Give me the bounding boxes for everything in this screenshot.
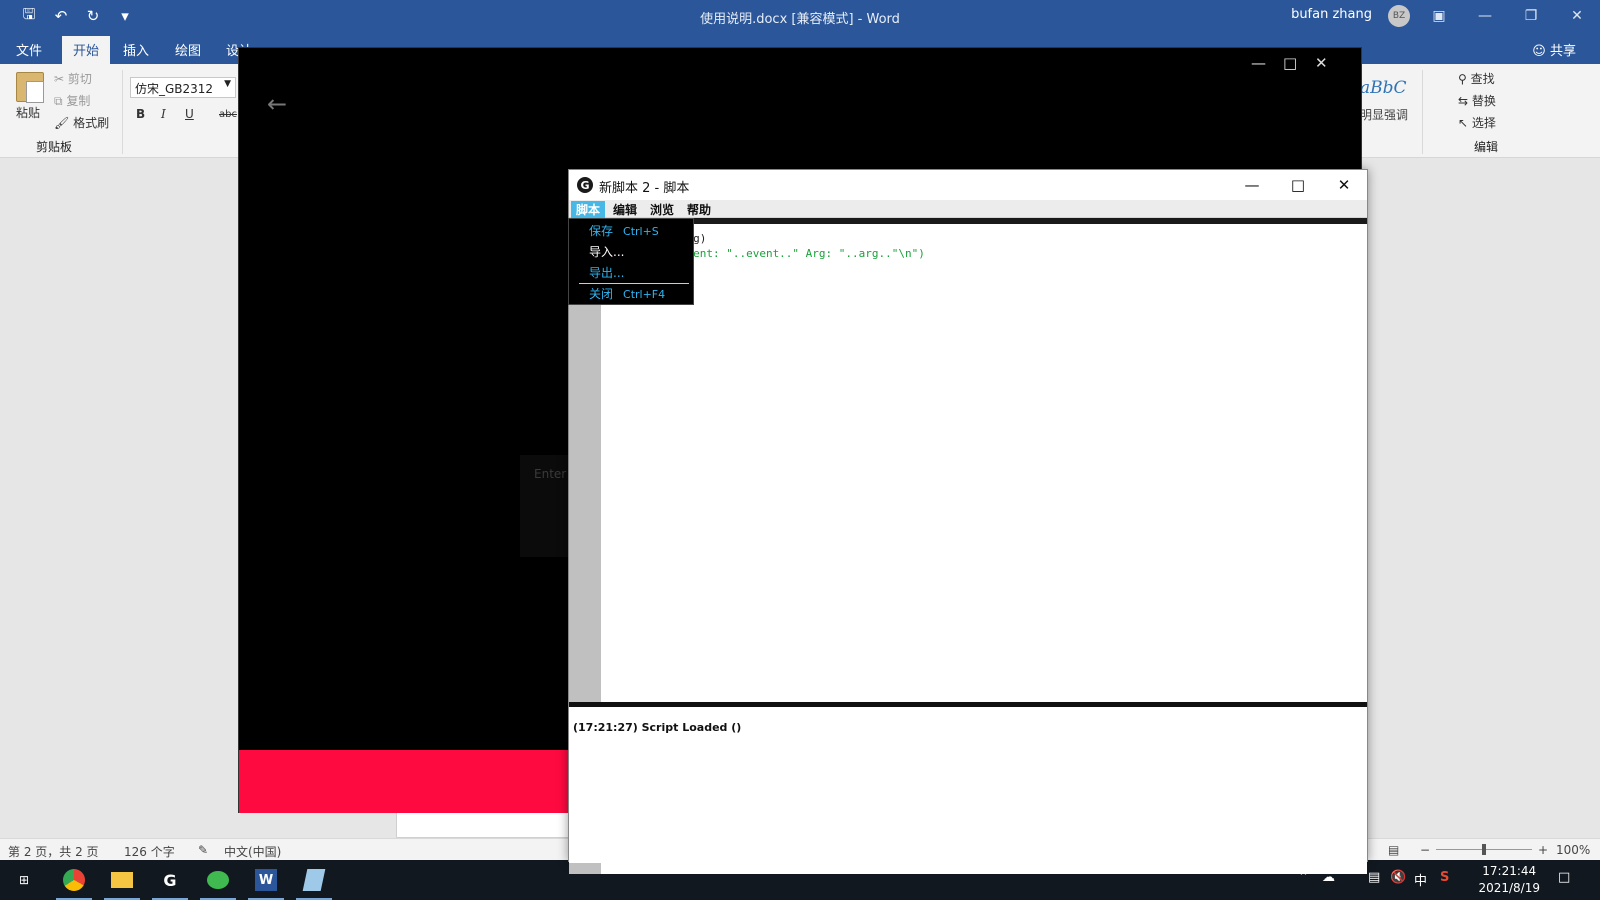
word-titlebar: 🖫 ↶ ↻ ▾ 使用说明.docx [兼容模式] - Word bufan zh…	[0, 0, 1600, 32]
script-app-icon[interactable]: G	[146, 860, 194, 900]
person-icon: ☺	[1532, 44, 1546, 59]
minimize-icon[interactable]: —	[1251, 54, 1266, 72]
clock[interactable]: 17:21:44 2021/8/19	[1478, 863, 1540, 897]
minimize-icon[interactable]: —	[1229, 170, 1275, 200]
paste-icon[interactable]	[16, 72, 44, 103]
group-label-clipboard: 剪贴板	[36, 140, 73, 154]
copy-icon: ⧉	[54, 94, 63, 108]
ribbon-display-icon[interactable]: ▣	[1416, 0, 1462, 32]
volume-muted-icon[interactable]: 🔇	[1390, 870, 1406, 885]
script-editor-titlebar: G 新脚本 2 - 脚本 — □ ✕	[569, 170, 1367, 200]
maximize-icon[interactable]: □	[1275, 170, 1321, 200]
chrome-icon[interactable]	[50, 860, 98, 900]
shortcut-label: Ctrl+F4	[623, 288, 666, 301]
brush-icon: 🖌	[54, 116, 70, 130]
windows-start-icon[interactable]: ⊞	[0, 860, 48, 900]
page-count[interactable]: 第 2 页，共 2 页	[8, 843, 99, 860]
strikethrough-button[interactable]: abc	[219, 109, 237, 120]
paste-button[interactable]: 粘贴	[16, 104, 40, 121]
read-mode-icon[interactable]: ▤	[1388, 843, 1399, 857]
language[interactable]: 中文(中国)	[224, 843, 281, 860]
tab-file[interactable]: 文件	[16, 40, 42, 59]
close-icon[interactable]: ✕	[1554, 0, 1600, 32]
zoom-level[interactable]: 100%	[1556, 843, 1590, 857]
script-dropdown-menu: 保存 Ctrl+S 导入... 导出... 关闭 Ctrl+F4	[568, 218, 694, 305]
avatar[interactable]: BZ	[1388, 5, 1410, 27]
cursor-icon: ↖	[1458, 116, 1469, 130]
network-icon[interactable]: ▤	[1368, 870, 1380, 885]
script-window-controls: — □ ✕	[1229, 170, 1367, 200]
restore-icon[interactable]: ❐	[1508, 0, 1554, 32]
user-name[interactable]: bufan zhang	[1291, 7, 1372, 22]
copy-button[interactable]: ⧉ 复制	[54, 92, 90, 109]
ribbon-divider	[122, 70, 123, 154]
file-explorer-icon[interactable]	[98, 860, 146, 900]
replace-icon: ⇆	[1458, 94, 1469, 108]
clock-time: 17:21:44	[1482, 864, 1537, 878]
notes-app-icon[interactable]	[290, 860, 338, 900]
underline-button[interactable]: U	[185, 107, 194, 121]
clock-date: 2021/8/19	[1478, 881, 1540, 895]
menu-item-export[interactable]: 导出...	[589, 264, 624, 281]
notifications-icon[interactable]: □	[1558, 870, 1570, 885]
output-log[interactable]: (17:21:27) Script Loaded ()	[569, 707, 1367, 863]
zoom-slider-thumb[interactable]	[1482, 844, 1486, 855]
menu-help[interactable]: 帮助	[682, 201, 716, 218]
dark-action-bar[interactable]	[239, 750, 569, 813]
close-icon[interactable]: ✕	[1315, 54, 1328, 72]
bold-button[interactable]: B	[136, 107, 145, 121]
word-app-icon[interactable]: W	[242, 860, 290, 900]
proofing-icon[interactable]: ✎	[198, 843, 208, 857]
code-line: ent(event, arg)	[607, 231, 1367, 246]
close-icon[interactable]: ✕	[1321, 170, 1367, 200]
log-line: (17:21:27) Script Loaded ()	[573, 721, 742, 734]
group-label-editing: 编辑	[1474, 140, 1499, 154]
menu-item-import[interactable]: 导入...	[589, 243, 624, 260]
back-arrow-icon[interactable]: ←	[267, 90, 287, 118]
zoom-in-icon[interactable]: +	[1538, 843, 1548, 857]
cut-button[interactable]: ✂ 剪切	[54, 70, 92, 87]
style-name: 明显强调	[1360, 108, 1409, 122]
menu-browse[interactable]: 浏览	[645, 201, 679, 218]
italic-button[interactable]: I	[161, 107, 166, 121]
tab-insert[interactable]: 插入	[123, 40, 149, 59]
search-icon: ⚲	[1458, 72, 1467, 86]
menu-edit[interactable]: 编辑	[608, 201, 642, 218]
font-name-select[interactable]: 仿宋_GB2312 ▼	[130, 77, 236, 98]
chevron-down-icon: ▼	[224, 79, 231, 89]
ribbon-divider	[1422, 70, 1423, 154]
script-editor-title: 新脚本 2 - 脚本	[599, 181, 690, 196]
ime-icon[interactable]: S	[1440, 870, 1449, 885]
minimize-icon[interactable]: —	[1462, 0, 1508, 32]
menu-separator	[579, 283, 689, 284]
app-logo-icon: G	[577, 177, 593, 193]
menu-item-close[interactable]: 关闭 Ctrl+F4	[589, 285, 665, 302]
word-count[interactable]: 126 个字	[124, 843, 175, 860]
scissors-icon: ✂	[54, 72, 65, 86]
tab-home[interactable]: 开始	[62, 36, 111, 64]
word-window-controls: ▣ — ❐ ✕	[1416, 0, 1600, 32]
zoom-out-icon[interactable]: −	[1420, 843, 1430, 857]
input-language[interactable]: 中	[1414, 870, 1427, 889]
style-preview[interactable]: aBbC	[1360, 78, 1407, 98]
code-line: ogMessage("Event: "..event.." Arg: "..ar…	[607, 247, 925, 260]
replace-button[interactable]: ⇆ 替换	[1458, 92, 1496, 109]
wechat-icon[interactable]	[194, 860, 242, 900]
menu-script[interactable]: 脚本	[571, 201, 606, 218]
select-button[interactable]: ↖ 选择	[1458, 114, 1496, 131]
share-button[interactable]: ☺ 共享	[1532, 40, 1576, 59]
tab-draw[interactable]: 绘图	[175, 40, 201, 59]
script-menubar: 脚本 编辑 浏览 帮助	[569, 200, 1367, 218]
shortcut-label: Ctrl+S	[623, 225, 659, 238]
maximize-icon[interactable]: □	[1283, 54, 1297, 72]
menu-item-save[interactable]: 保存 Ctrl+S	[589, 222, 659, 239]
find-button[interactable]: ⚲ 查找	[1458, 70, 1495, 87]
format-painter-button[interactable]: 🖌 格式刷	[54, 114, 109, 131]
dark-input-field[interactable]: Enter	[520, 455, 570, 557]
